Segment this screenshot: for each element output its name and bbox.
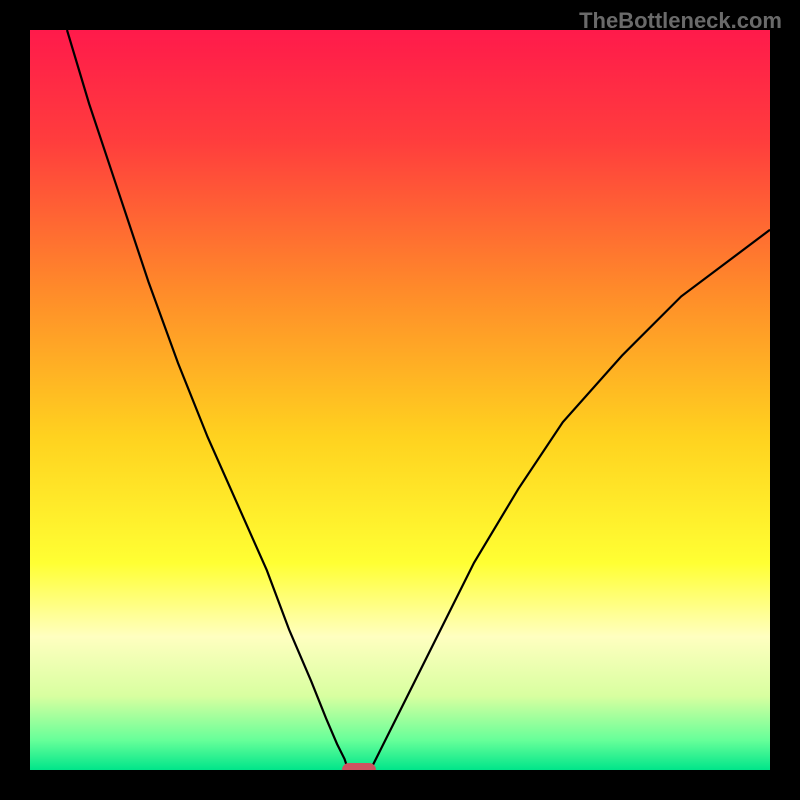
chart-svg bbox=[30, 30, 770, 770]
watermark-text: TheBottleneck.com bbox=[579, 8, 782, 34]
chart-background bbox=[30, 30, 770, 770]
bottleneck-marker bbox=[342, 763, 376, 770]
plot-area bbox=[30, 30, 770, 770]
